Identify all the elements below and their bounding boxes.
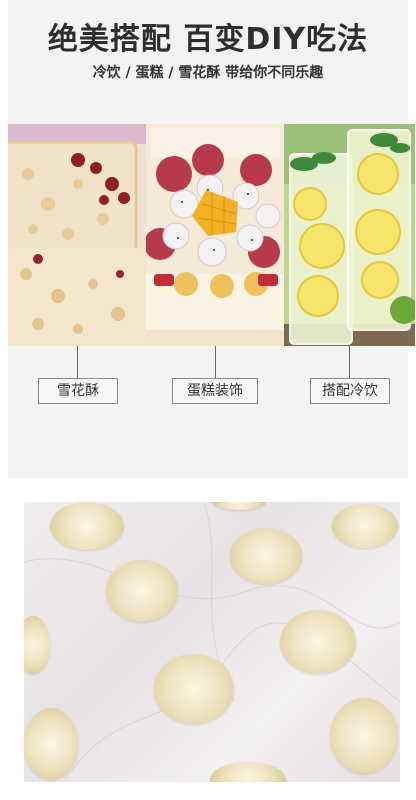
banana-chips-photo (24, 502, 400, 782)
banana-slice (106, 560, 178, 622)
banana-slice (280, 610, 356, 674)
banana-slice (230, 528, 302, 584)
banana-slice (50, 502, 124, 550)
page-subtitle: 冷饮 / 蛋糕 / 雪花酥 带给你不同乐趣 (92, 65, 324, 81)
cold-drink-photo (284, 124, 415, 346)
connector-line (215, 346, 216, 378)
label-cold-drink: 搭配冷饮 (310, 378, 390, 404)
banana-slice (332, 504, 398, 548)
label-cake-decoration: 蛋糕装饰 (172, 378, 258, 404)
connector-line (349, 346, 350, 378)
banana-slice (330, 698, 398, 774)
connector-line (77, 346, 78, 378)
banana-slice (154, 654, 234, 724)
page-title: 绝美搭配 百变DIY吃法 (47, 22, 369, 57)
fruit-cake-photo (146, 124, 284, 346)
label-nougat: 雪花酥 (38, 378, 118, 404)
nougat-photo (8, 124, 146, 346)
banana-slice (24, 708, 78, 780)
